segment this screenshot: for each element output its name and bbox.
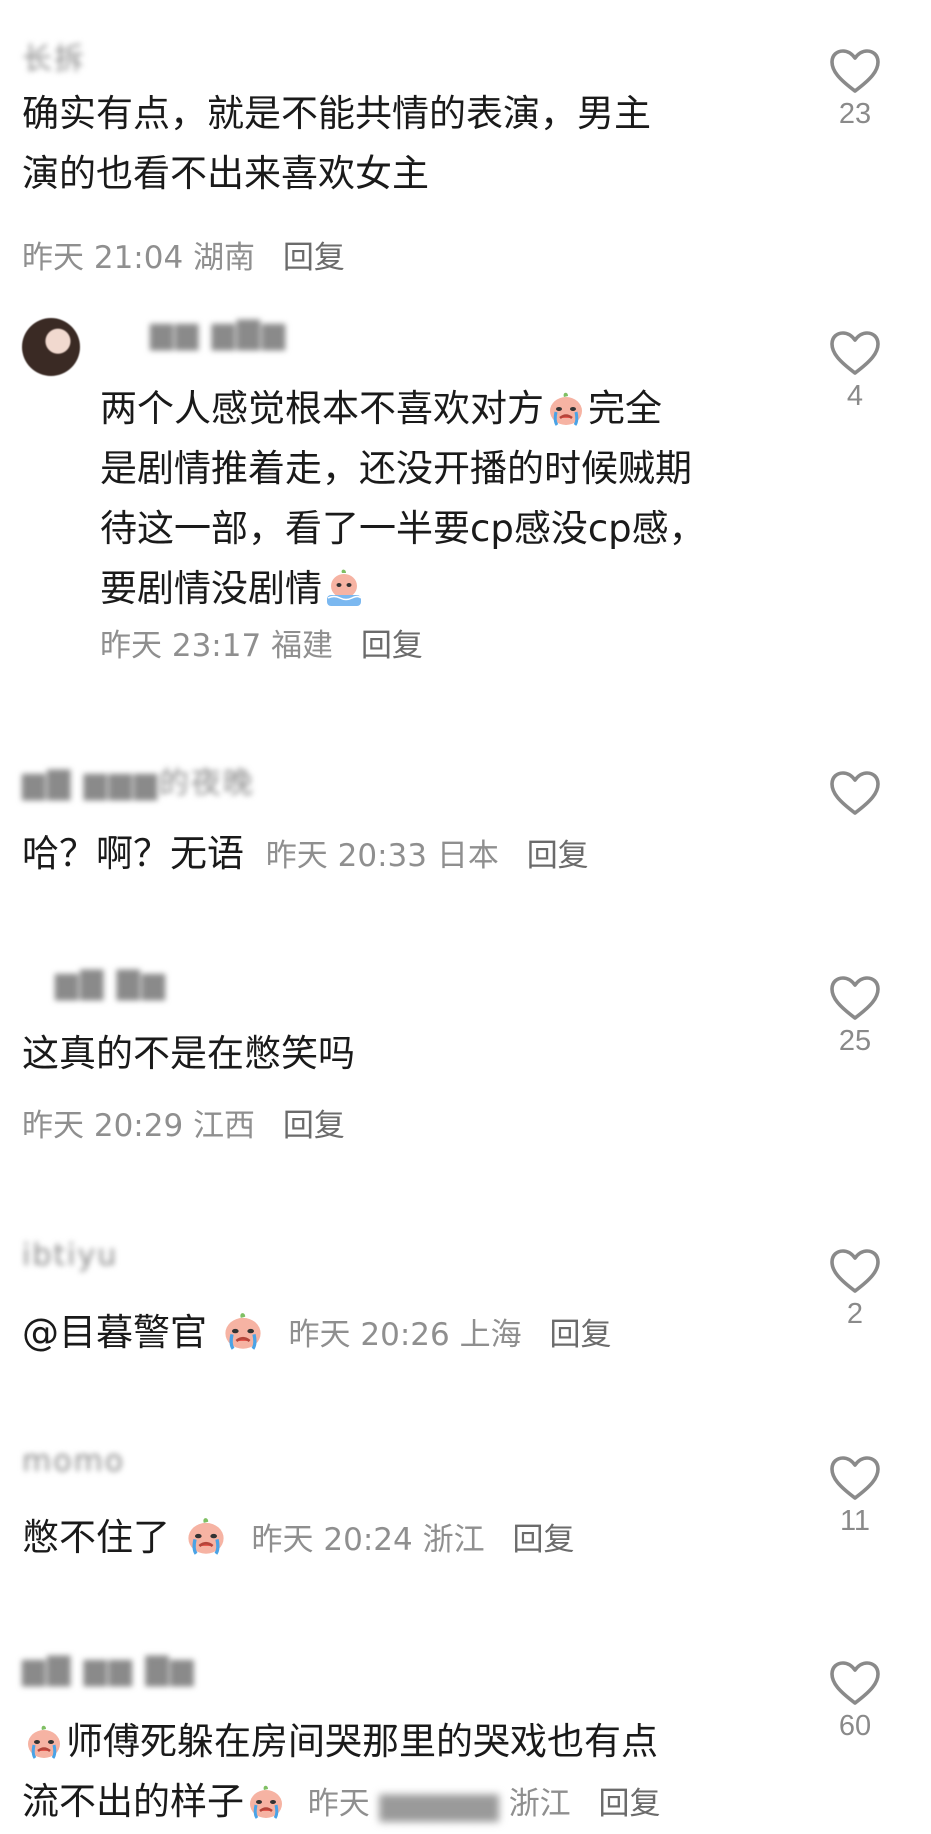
comment-line: 确实有点，就是不能共情的表演，男主: [22, 92, 651, 135]
like-button[interactable]: 60: [820, 1660, 890, 1743]
comment-text: 两个人感觉根本不喜欢对方 完全 是剧情推着走，还没开播的时候贼期 待这一部，看了一…: [100, 379, 706, 619]
like-button[interactable]: 11: [820, 1455, 890, 1538]
reply-button[interactable]: 回复: [549, 1317, 611, 1353]
comment-meta: 昨天 20:24 浙江 回复: [252, 1522, 575, 1558]
comment-location: 湖南: [193, 240, 256, 276]
username[interactable]: momo: [22, 1444, 125, 1479]
like-button[interactable]: [820, 770, 890, 820]
comment-line: 演的也看不出来喜欢女主: [22, 152, 429, 195]
reply-button[interactable]: 回复: [527, 838, 589, 874]
comment-text: 憋不住了: [22, 1516, 170, 1559]
comment-time: 昨天 21:04: [22, 240, 184, 276]
comment-text: @目暮警官: [22, 1311, 207, 1354]
comment-meta: 昨天 20:33 日本 回复: [266, 838, 589, 874]
comment-time: 昨天 20:24: [251, 1522, 413, 1558]
heart-outline-icon[interactable]: [829, 1660, 881, 1706]
comment-time: 昨天 23:17: [100, 628, 262, 664]
like-count: 60: [838, 1710, 872, 1742]
comment-location: 福建: [271, 628, 334, 664]
username[interactable]: ibtiyu: [22, 1238, 118, 1273]
heart-outline-icon[interactable]: [829, 1455, 881, 1501]
heart-outline-icon[interactable]: [829, 330, 881, 376]
comment-text: 这真的不是在憋笑吗: [22, 1032, 355, 1075]
like-button[interactable]: 25: [820, 975, 890, 1058]
like-count: 11: [839, 1505, 871, 1537]
comment-meta: 昨天 20:29 江西 回复: [22, 1100, 345, 1145]
crying-peach-emoji-icon: [184, 1513, 228, 1557]
like-button[interactable]: 4: [820, 330, 890, 413]
username[interactable]: ▆▆ ▆▇▆: [150, 316, 287, 351]
reply-button[interactable]: 回复: [512, 1522, 574, 1558]
comment-line-part: 流不出的样子: [22, 1780, 244, 1823]
comment-line-part: 完全: [588, 387, 662, 430]
heart-outline-icon[interactable]: [829, 975, 881, 1021]
comment-line: 是剧情推着走，还没开播的时候贼期: [100, 447, 692, 490]
heart-outline-icon[interactable]: [829, 48, 881, 94]
comment-line: 待这一部，看了一半要cp感没cp感，: [100, 507, 706, 550]
like-button[interactable]: 2: [820, 1248, 890, 1331]
avatar[interactable]: [22, 318, 80, 376]
comment-text: 哈？啊？无语: [22, 832, 244, 875]
comment-line-part: 要剧情没剧情: [100, 567, 322, 610]
crying-peach-emoji-icon: [24, 1721, 64, 1761]
crying-peach-emoji-icon: [246, 1781, 286, 1821]
comment-text: 确实有点，就是不能共情的表演，男主 演的也看不出来喜欢女主: [22, 84, 651, 204]
comment-line: 憋不住了 昨天 20:24 浙江 回复: [22, 1508, 574, 1570]
reply-button[interactable]: 回复: [283, 240, 345, 276]
reply-button[interactable]: 回复: [599, 1786, 661, 1822]
crying-peach-emoji-icon: [546, 388, 586, 428]
like-count: 23: [838, 98, 872, 130]
like-count: 4: [846, 380, 864, 412]
comment-time: 昨天 20:33: [265, 838, 427, 874]
like-count: 2: [846, 1298, 864, 1330]
comment-time-obscured: ▆▆▆▆▆: [379, 1786, 499, 1822]
comment-line: 要剧情没剧情: [100, 559, 706, 619]
comment-location: 日本: [436, 838, 499, 874]
reply-button[interactable]: 回复: [283, 1108, 345, 1144]
username[interactable]: 长拆: [22, 34, 86, 78]
comment-time: 昨天 20:26: [288, 1317, 450, 1353]
comment-meta: 昨天 23:17 福建 回复: [100, 620, 423, 665]
username[interactable]: ▆▇ ▇▆: [55, 966, 167, 1001]
comment-meta: 昨天 ▆▆▆▆▆ 浙江 回复: [308, 1786, 661, 1822]
username[interactable]: ▆▇ ▆▆ ▇▆: [22, 1652, 196, 1687]
crying-peach-emoji-icon: [221, 1308, 265, 1352]
comment-location: 上海: [459, 1317, 522, 1353]
comment-text: 师傅死躲在房间哭那里的哭戏也有点 流不出的样子 昨天 ▆▆▆▆▆ 浙江 回复: [22, 1712, 661, 1834]
comment-line: 两个人感觉根本不喜欢对方 完全: [100, 379, 706, 439]
comment-line: 流不出的样子 昨天 ▆▆▆▆▆ 浙江 回复: [22, 1772, 661, 1834]
comment-line-part: 两个人感觉根本不喜欢对方: [100, 387, 544, 430]
comment-line: 哈？啊？无语 昨天 20:33 日本 回复: [22, 824, 589, 886]
username[interactable]: ▆▇ ▆▆▆的夜晚: [22, 758, 255, 802]
like-count: 25: [838, 1025, 872, 1057]
like-button[interactable]: 23: [820, 48, 890, 131]
heart-outline-icon[interactable]: [829, 1248, 881, 1294]
reply-button[interactable]: 回复: [361, 628, 423, 664]
comment-time: 昨天 20:29: [22, 1108, 184, 1144]
comment-location: 浙江: [422, 1522, 485, 1558]
comment-line: 师傅死躲在房间哭那里的哭戏也有点: [22, 1712, 661, 1772]
username-text: 的夜晚: [158, 766, 255, 801]
comment-meta: 昨天 20:26 上海 回复: [289, 1317, 612, 1353]
comment-line-part: 师傅死躲在房间哭那里的哭戏也有点: [66, 1720, 658, 1763]
comment-line: @目暮警官 昨天 20:26 上海 回复: [22, 1303, 611, 1365]
comment-time: 昨天: [307, 1786, 370, 1822]
comment-meta: 昨天 21:04 湖南 回复: [22, 232, 345, 277]
heart-outline-icon[interactable]: [829, 770, 881, 816]
comment-location: 浙江: [508, 1786, 571, 1822]
crying-peach-pool-emoji-icon: [324, 568, 364, 608]
comment-location: 江西: [193, 1108, 256, 1144]
